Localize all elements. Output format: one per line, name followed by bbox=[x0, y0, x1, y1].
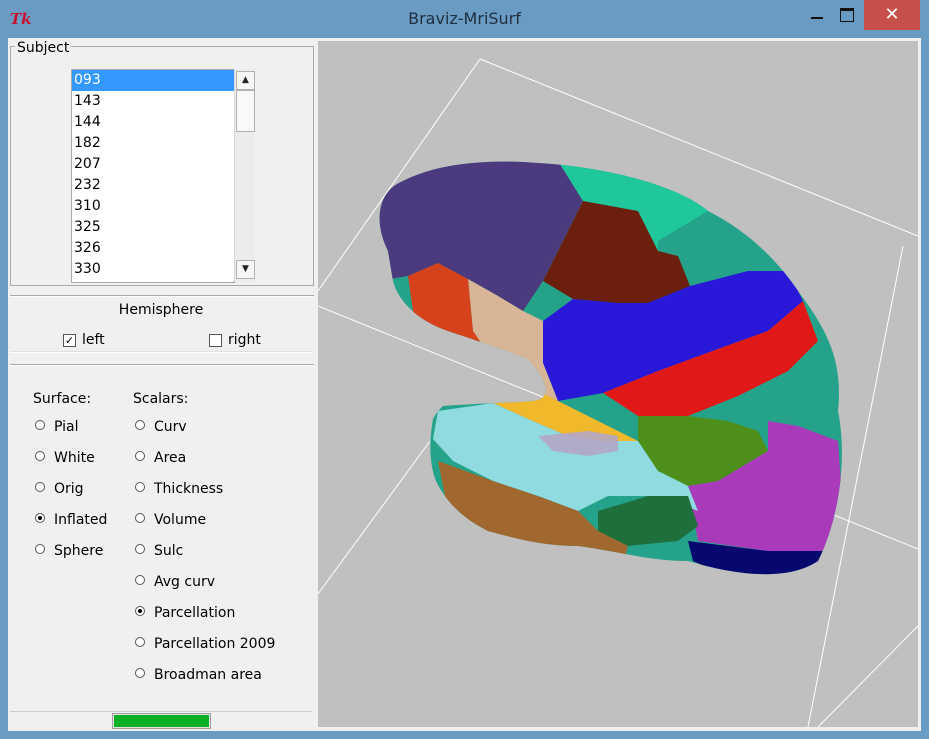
radio-label: Broadman area bbox=[154, 667, 262, 683]
scalar-radio-parcellation[interactable]: Parcellation bbox=[135, 605, 235, 621]
surface-radio-pial[interactable]: Pial bbox=[35, 419, 79, 435]
titlebar[interactable]: Tk Braviz-MriSurf ✕ bbox=[0, 0, 929, 38]
radio-off-icon[interactable] bbox=[35, 420, 45, 430]
radio-label: Parcellation 2009 bbox=[154, 636, 276, 652]
scalars-heading: Scalars: bbox=[133, 391, 189, 407]
list-item[interactable]: 325 bbox=[72, 217, 234, 238]
scroll-down-arrow-icon[interactable]: ▼ bbox=[236, 260, 255, 279]
hemisphere-left-checkbox[interactable]: ✓ left bbox=[63, 332, 105, 348]
radio-off-icon[interactable] bbox=[135, 544, 145, 554]
brain-surface-render[interactable] bbox=[318, 41, 918, 727]
radio-off-icon[interactable] bbox=[135, 420, 145, 430]
subject-listbox[interactable]: 093 143 144 182 207 232 310 325 326 330 bbox=[71, 69, 235, 283]
radio-label: Volume bbox=[154, 512, 207, 528]
list-item[interactable]: 143 bbox=[72, 91, 234, 112]
scroll-up-arrow-icon[interactable]: ▲ bbox=[236, 71, 255, 90]
surface-radio-sphere[interactable]: Sphere bbox=[35, 543, 103, 559]
close-button[interactable]: ✕ bbox=[864, 0, 920, 30]
radio-label: Pial bbox=[54, 419, 79, 435]
subject-label: Subject bbox=[15, 40, 72, 56]
list-item[interactable]: 330 bbox=[72, 259, 234, 280]
progress-fill bbox=[114, 715, 209, 727]
radio-off-icon[interactable] bbox=[135, 575, 145, 585]
surface-radio-inflated[interactable]: Inflated bbox=[35, 512, 107, 528]
maximize-button[interactable] bbox=[830, 0, 864, 30]
minimize-icon bbox=[811, 17, 823, 19]
progress-bar bbox=[112, 713, 211, 729]
radio-label: Thickness bbox=[154, 481, 224, 497]
close-icon: ✕ bbox=[884, 4, 900, 25]
radio-off-icon[interactable] bbox=[135, 637, 145, 647]
scalar-radio-broadman-area[interactable]: Broadman area bbox=[135, 667, 262, 683]
hemisphere-right-label: right bbox=[228, 332, 261, 348]
scalar-radio-curv[interactable]: Curv bbox=[135, 419, 187, 435]
window-title: Braviz-MriSurf bbox=[408, 9, 521, 28]
separator bbox=[10, 295, 314, 297]
list-item[interactable]: 310 bbox=[72, 196, 234, 217]
radio-label: Avg curv bbox=[154, 574, 215, 590]
surface-radio-orig[interactable]: Orig bbox=[35, 481, 84, 497]
radio-off-icon[interactable] bbox=[35, 544, 45, 554]
scroll-thumb[interactable] bbox=[236, 90, 255, 132]
brain-parcels bbox=[379, 161, 842, 575]
list-item[interactable]: 232 bbox=[72, 175, 234, 196]
radio-off-icon[interactable] bbox=[35, 482, 45, 492]
radio-off-icon[interactable] bbox=[135, 668, 145, 678]
radio-label: White bbox=[54, 450, 95, 466]
client-area: Subject 093 143 144 182 207 232 310 325 … bbox=[8, 38, 921, 731]
radio-label: Curv bbox=[154, 419, 187, 435]
list-item[interactable]: 326 bbox=[72, 238, 234, 259]
scalar-radio-area[interactable]: Area bbox=[135, 450, 186, 466]
scalar-radio-avg-curv[interactable]: Avg curv bbox=[135, 574, 215, 590]
hemisphere-left-label: left bbox=[82, 332, 105, 348]
surface-radio-white[interactable]: White bbox=[35, 450, 95, 466]
radio-on-icon[interactable] bbox=[35, 513, 45, 523]
list-item[interactable]: 093 bbox=[72, 70, 234, 91]
list-item[interactable]: 207 bbox=[72, 154, 234, 175]
surface-heading: Surface: bbox=[33, 391, 92, 407]
subject-group: Subject 093 143 144 182 207 232 310 325 … bbox=[10, 40, 314, 286]
maximize-icon bbox=[840, 8, 854, 22]
render-viewport[interactable] bbox=[318, 41, 918, 727]
radio-label: Sphere bbox=[54, 543, 104, 559]
radio-label: Area bbox=[154, 450, 187, 466]
app-window: Tk Braviz-MriSurf ✕ Subject 093 143 144 … bbox=[0, 0, 929, 739]
list-item[interactable]: 182 bbox=[72, 133, 234, 154]
checkbox-checked-icon[interactable]: ✓ bbox=[63, 333, 76, 347]
radio-off-icon[interactable] bbox=[135, 451, 145, 461]
checkbox-unchecked-icon[interactable] bbox=[209, 333, 222, 347]
scalar-radio-sulc[interactable]: Sulc bbox=[135, 543, 183, 559]
scalar-radio-thickness[interactable]: Thickness bbox=[135, 481, 223, 497]
radio-off-icon[interactable] bbox=[35, 451, 45, 461]
radio-label: Sulc bbox=[154, 543, 184, 559]
radio-label: Inflated bbox=[54, 512, 108, 528]
radio-label: Orig bbox=[54, 481, 84, 497]
control-panel: Subject 093 143 144 182 207 232 310 325 … bbox=[8, 38, 316, 731]
radio-off-icon[interactable] bbox=[135, 513, 145, 523]
radio-off-icon[interactable] bbox=[135, 482, 145, 492]
scalar-radio-volume[interactable]: Volume bbox=[135, 512, 206, 528]
hemisphere-right-checkbox[interactable]: right bbox=[209, 332, 261, 348]
hemisphere-title: Hemisphere bbox=[118, 302, 204, 318]
scalar-radio-parcellation-2009[interactable]: Parcellation 2009 bbox=[135, 636, 275, 652]
separator bbox=[10, 351, 312, 353]
radio-label: Parcellation bbox=[154, 605, 236, 621]
radio-on-icon[interactable] bbox=[135, 606, 145, 616]
list-item[interactable]: 144 bbox=[72, 112, 234, 133]
subject-scrollbar[interactable]: ▲ ▼ bbox=[234, 69, 255, 281]
separator bbox=[10, 364, 314, 366]
